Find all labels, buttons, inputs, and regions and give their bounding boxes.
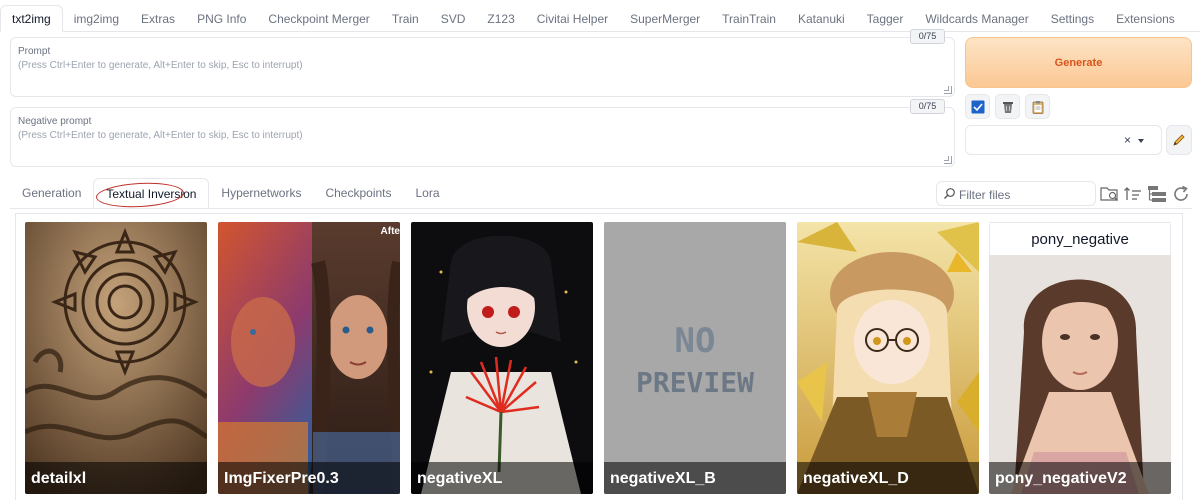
- preview-image: [25, 222, 207, 494]
- card-pony-negativev2[interactable]: pony_negative pony_negativeV2: [989, 222, 1171, 494]
- edit-styles-button[interactable]: [1166, 125, 1192, 155]
- tab-supermerger[interactable]: SuperMerger: [619, 7, 711, 31]
- tab-txt2img[interactable]: txt2img: [0, 5, 63, 32]
- search-folder-button[interactable]: [1099, 183, 1121, 205]
- no-preview-image: NO PREVIEW: [604, 222, 786, 494]
- card-name: negativeXL_B: [610, 470, 716, 487]
- tab-png-info[interactable]: PNG Info: [186, 7, 257, 31]
- card-name: ImgFixerPre0.3: [224, 470, 339, 487]
- tab-divider: [10, 208, 1192, 209]
- card-name: negativeXL_D: [803, 470, 909, 487]
- card-imgfixerpre[interactable]: Afte ImgFixerPre0.3: [218, 222, 400, 494]
- negative-prompt-token-counter: 0/75: [910, 99, 945, 114]
- annotation-circle: [95, 180, 185, 210]
- card-name: pony_negativeV2: [995, 470, 1127, 487]
- preview-image: [989, 222, 1171, 494]
- main-tab-bar: txt2img img2img Extras PNG Info Checkpoi…: [0, 5, 1200, 32]
- tab-checkpoint-merger[interactable]: Checkpoint Merger: [257, 7, 380, 31]
- search-folder-icon: [1100, 187, 1118, 201]
- preview-image: [797, 222, 979, 494]
- tab-train[interactable]: Train: [381, 7, 430, 31]
- refresh-button[interactable]: [1170, 183, 1192, 205]
- tab-settings[interactable]: Settings: [1040, 7, 1105, 31]
- checkbox-icon: [971, 100, 984, 113]
- clipboard-button[interactable]: [1025, 94, 1050, 119]
- trash-icon: [1002, 101, 1013, 113]
- prompt-input[interactable]: Prompt (Press Ctrl+Enter to generate, Al…: [10, 37, 955, 97]
- network-tab-bar: Generation Textual Inversion Hypernetwor…: [10, 178, 452, 210]
- tab-civitai-helper[interactable]: Civitai Helper: [526, 7, 619, 31]
- tab-hypernetworks[interactable]: Hypernetworks: [209, 178, 313, 209]
- tab-traintrain[interactable]: TrainTrain: [711, 7, 787, 31]
- card-negativexl[interactable]: negativeXL: [411, 222, 593, 494]
- negative-prompt-placeholder: (Press Ctrl+Enter to generate, Alt+Enter…: [18, 130, 303, 141]
- styles-dropdown[interactable]: ×: [965, 125, 1162, 155]
- tab-tagger[interactable]: Tagger: [856, 7, 915, 31]
- pencil-icon: [1173, 134, 1185, 146]
- tab-checkpoints[interactable]: Checkpoints: [313, 178, 403, 209]
- card-corner-text: Afte: [380, 226, 400, 237]
- svg-text:NO: NO: [675, 321, 716, 361]
- card-top-title: pony_negative: [989, 222, 1171, 255]
- search-icon: [944, 188, 955, 199]
- refresh-icon: [1174, 185, 1188, 201]
- resize-handle[interactable]: [944, 86, 952, 94]
- card-negativexl-b[interactable]: NO PREVIEW negativeXL_B: [604, 222, 786, 494]
- chevron-down-icon[interactable]: [1138, 139, 1144, 143]
- filter-placeholder: Filter files: [959, 188, 1011, 202]
- clear-styles-button[interactable]: ×: [1124, 133, 1131, 147]
- sort-button[interactable]: [1122, 183, 1144, 205]
- tab-svd[interactable]: SVD: [430, 7, 477, 31]
- negative-prompt-label: Negative prompt: [18, 116, 92, 127]
- generate-button[interactable]: Generate: [965, 37, 1192, 88]
- tab-img2img[interactable]: img2img: [63, 7, 130, 31]
- tab-lora[interactable]: Lora: [404, 178, 452, 209]
- sort-icon: [1124, 187, 1141, 200]
- filter-input[interactable]: Filter files: [936, 181, 1096, 206]
- resize-handle[interactable]: [944, 156, 952, 164]
- preview-image: [411, 222, 593, 494]
- tab-textual-inversion[interactable]: Textual Inversion: [93, 178, 210, 210]
- clipboard-icon: [1032, 100, 1043, 114]
- card-name: detailxl: [31, 470, 87, 487]
- negative-prompt-input[interactable]: Negative prompt (Press Ctrl+Enter to gen…: [10, 107, 955, 167]
- trash-button[interactable]: [995, 94, 1020, 119]
- tree-view-button[interactable]: [1146, 183, 1168, 205]
- tab-generation[interactable]: Generation: [10, 178, 93, 209]
- prompt-label: Prompt: [18, 46, 51, 57]
- checkbox-button[interactable]: [965, 94, 990, 119]
- preview-image: [218, 222, 400, 494]
- tab-extensions[interactable]: Extensions: [1105, 7, 1186, 31]
- card-detailxl[interactable]: detailxl: [25, 222, 207, 494]
- prompt-token-counter: 0/75: [910, 29, 945, 44]
- card-name: negativeXL: [417, 470, 503, 487]
- tab-extras[interactable]: Extras: [130, 7, 186, 31]
- svg-text:PREVIEW: PREVIEW: [636, 366, 754, 399]
- card-negativexl-d[interactable]: negativeXL_D: [797, 222, 979, 494]
- tab-wildcards-manager[interactable]: Wildcards Manager: [914, 7, 1039, 31]
- tree-view-icon: [1148, 186, 1166, 202]
- prompt-placeholder: (Press Ctrl+Enter to generate, Alt+Enter…: [18, 60, 303, 71]
- tab-katanuki[interactable]: Katanuki: [787, 7, 856, 31]
- tab-z123[interactable]: Z123: [476, 7, 525, 31]
